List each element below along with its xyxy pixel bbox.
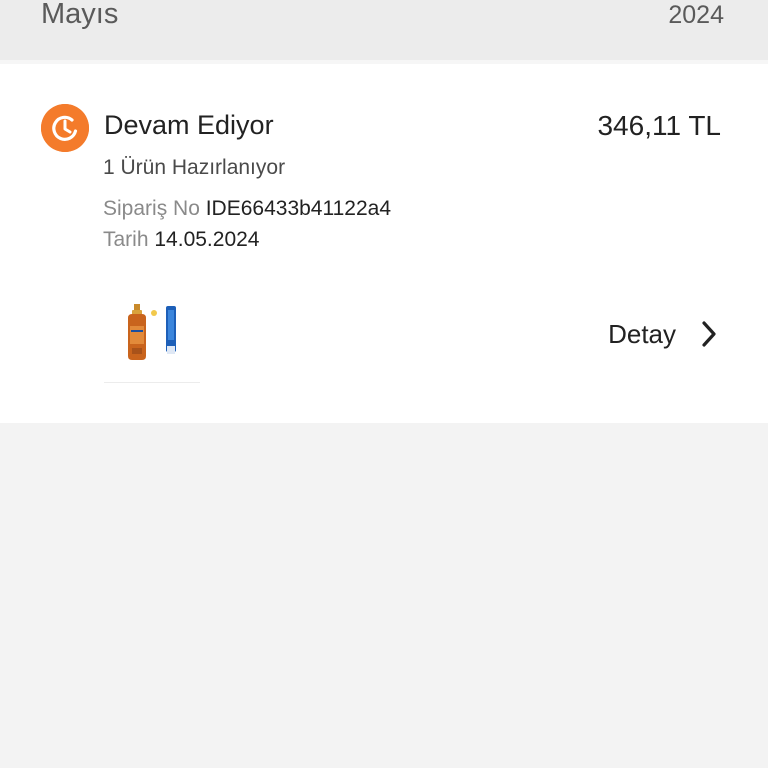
detail-button[interactable]: Detay [608, 314, 718, 354]
order-number-label: Sipariş No [103, 197, 200, 220]
chevron-right-icon [700, 320, 718, 348]
clock-icon [41, 104, 89, 152]
month-section-header: Mayıs 2024 [0, 0, 768, 60]
order-number-row: Sipariş No IDE66433b41122a4 [103, 197, 391, 221]
order-date-row: Tarih 14.05.2024 [103, 228, 259, 252]
detail-label: Detay [608, 318, 676, 349]
order-number-value: IDE66433b41122a4 [205, 197, 391, 220]
product-thumbnail[interactable] [104, 290, 200, 383]
order-card[interactable]: Devam Ediyor 346,11 TL 1 Ürün Hazırlanıy… [0, 64, 768, 423]
item-status: 1 Ürün Hazırlanıyor [103, 156, 286, 179]
order-status: Devam Ediyor [104, 110, 274, 140]
orders-page: Mayıs 2024 Devam Ediyor 346,11 TL 1 Ürün… [0, 0, 768, 768]
order-price: 346,11 TL [597, 110, 721, 141]
order-date-label: Tarih [103, 228, 149, 251]
month-label: Mayıs [41, 0, 119, 30]
order-date-value: 14.05.2024 [154, 228, 260, 251]
year-label: 2024 [668, 1, 724, 29]
